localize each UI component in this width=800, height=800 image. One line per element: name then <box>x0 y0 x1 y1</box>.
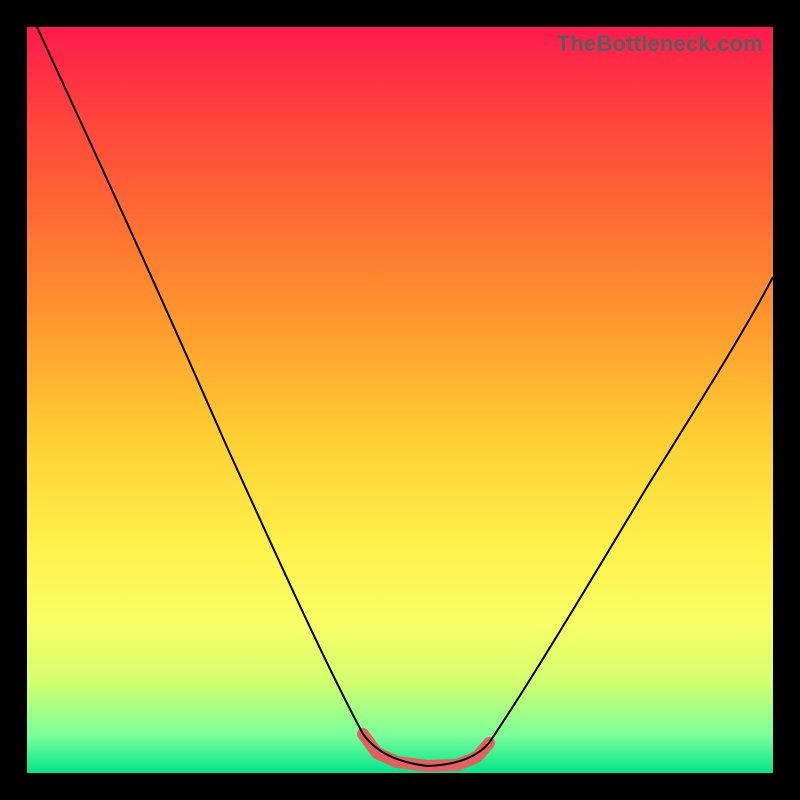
plot-area: TheBottleneck.com <box>27 27 773 773</box>
chart-frame: TheBottleneck.com <box>0 0 800 800</box>
valley-highlight <box>363 734 489 766</box>
curve-svg <box>27 27 773 773</box>
watermark-text: TheBottleneck.com <box>557 31 763 57</box>
bottleneck-curve <box>37 27 773 766</box>
